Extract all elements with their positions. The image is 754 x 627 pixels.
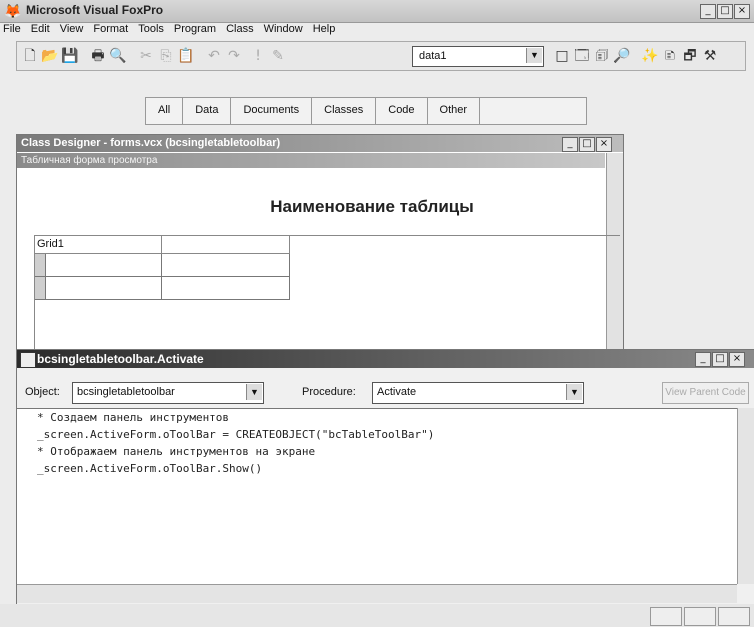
status-bar (0, 604, 754, 627)
table-row[interactable] (35, 277, 290, 300)
code-icon[interactable]: 🔎 (613, 47, 631, 65)
code-line: * Создаем панель инструментов (37, 411, 230, 424)
standard-toolbar: 🗋 📂 💾 🖶 🔍 ✂ ⎘ 📋 ↶ ↷ ! ✎ data1 ▼ □ 🗔 🗊 🔎 … (16, 41, 746, 71)
view-window-icon[interactable]: 🗔 (573, 47, 591, 65)
status-cell (650, 607, 682, 626)
tab-classes[interactable]: Classes (312, 98, 377, 124)
table-heading-label[interactable]: Наименование таблицы (77, 197, 667, 217)
menu-program[interactable]: Program (173, 22, 217, 39)
code-window-title: bcsingletabletoolbar.Activate (17, 350, 754, 368)
toolbox-icon[interactable]: 🗗 (681, 47, 699, 65)
tools-icon[interactable]: ⚒ (701, 47, 719, 65)
chevron-down-icon[interactable]: ▼ (566, 384, 582, 400)
editor-horizontal-scrollbar[interactable] (17, 584, 737, 603)
chevron-down-icon[interactable]: ▼ (246, 384, 262, 400)
code-window: bcsingletabletoolbar.Activate _ □ × Obje… (16, 349, 754, 606)
status-cell (718, 607, 750, 626)
save-icon[interactable]: 💾 (61, 47, 79, 65)
menu-class[interactable]: Class (225, 22, 255, 39)
object-dropdown-value: bcsingletabletoolbar (77, 386, 175, 398)
code-maximize-button[interactable]: □ (712, 352, 728, 367)
open-icon[interactable]: 📂 (41, 47, 59, 65)
menu-edit[interactable]: Edit (30, 22, 51, 39)
status-cell (684, 607, 716, 626)
editor-vertical-scrollbar[interactable] (737, 408, 754, 584)
run-icon[interactable]: ! (249, 47, 267, 65)
code-close-button[interactable]: × (729, 352, 745, 367)
chevron-down-icon[interactable]: ▼ (526, 48, 542, 63)
object-dropdown[interactable]: bcsingletabletoolbar ▼ (72, 382, 264, 404)
minimize-button[interactable]: _ (700, 4, 716, 19)
designer-maximize-button[interactable]: □ (579, 137, 595, 152)
copy-icon[interactable]: ⎘ (157, 47, 175, 65)
class-designer-window: Class Designer - forms.vcx (bcsingletabl… (16, 134, 624, 351)
new-icon[interactable]: 🗋 (21, 47, 39, 65)
grid-control[interactable]: Grid1 (34, 235, 620, 351)
tab-documents[interactable]: Documents (231, 98, 313, 124)
app-title-bar: 🦊 Microsoft Visual FoxPro _ □ × (0, 0, 754, 23)
modify-icon[interactable]: ✎ (269, 47, 287, 65)
paste-icon[interactable]: 📋 (177, 47, 195, 65)
menu-window[interactable]: Window (263, 22, 304, 39)
class-designer-title: Class Designer - forms.vcx (bcsingletabl… (17, 135, 623, 152)
menu-bar: File Edit View Format Tools Program Clas… (0, 22, 754, 39)
tab-data[interactable]: Data (183, 98, 232, 124)
database-combo-value: data1 (419, 50, 447, 62)
object-label: Object: (25, 386, 60, 398)
menu-view[interactable]: View (59, 22, 85, 39)
tab-code[interactable]: Code (376, 98, 428, 124)
project-tabs: All Data Documents Classes Code Other (145, 97, 587, 125)
builder-icon[interactable]: 🗈 (661, 47, 679, 65)
view-parent-code-button[interactable]: View Parent Code (662, 382, 749, 404)
form-wizard-icon[interactable]: ✨ (641, 47, 659, 65)
command-window-icon[interactable]: □ (553, 47, 571, 65)
print-icon[interactable]: 🖶 (89, 47, 107, 65)
tab-all[interactable]: All (146, 98, 184, 124)
properties-icon[interactable]: 🗊 (593, 47, 611, 65)
form-caption: Табличная форма просмотра (17, 153, 605, 168)
code-line: _screen.ActiveForm.oToolBar.Show() (37, 462, 263, 475)
menu-tools[interactable]: Tools (137, 22, 165, 39)
tab-other[interactable]: Other (428, 98, 481, 124)
cut-icon[interactable]: ✂ (137, 47, 155, 65)
menu-format[interactable]: Format (92, 22, 129, 39)
maximize-button[interactable]: □ (717, 4, 733, 19)
table-row[interactable] (35, 254, 290, 277)
procedure-dropdown[interactable]: Activate ▼ (372, 382, 584, 404)
close-button[interactable]: × (734, 4, 750, 19)
procedure-dropdown-value: Activate (377, 386, 417, 398)
app-title: Microsoft Visual FoxPro (26, 3, 164, 17)
redo-icon[interactable]: ↷ (225, 47, 243, 65)
print-preview-icon[interactable]: 🔍 (109, 47, 127, 65)
procedure-label: Procedure: (302, 386, 356, 398)
code-minimize-button[interactable]: _ (695, 352, 711, 367)
grid-caption: Grid1 (37, 238, 64, 250)
code-line: * Отображаем панель инструментов на экра… (37, 445, 316, 458)
code-editor[interactable]: * Создаем панель инструментов _screen.Ac… (17, 408, 737, 585)
designer-close-button[interactable]: × (596, 137, 612, 152)
undo-icon[interactable]: ↶ (205, 47, 223, 65)
database-combo[interactable]: data1 ▼ (412, 46, 544, 67)
foxpro-icon: 🦊 (4, 3, 22, 19)
code-window-icon (20, 352, 36, 368)
menu-help[interactable]: Help (312, 22, 337, 39)
menu-file[interactable]: File (2, 22, 22, 39)
designer-minimize-button[interactable]: _ (562, 137, 578, 152)
code-line: _screen.ActiveForm.oToolBar = CREATEOBJE… (37, 428, 435, 441)
